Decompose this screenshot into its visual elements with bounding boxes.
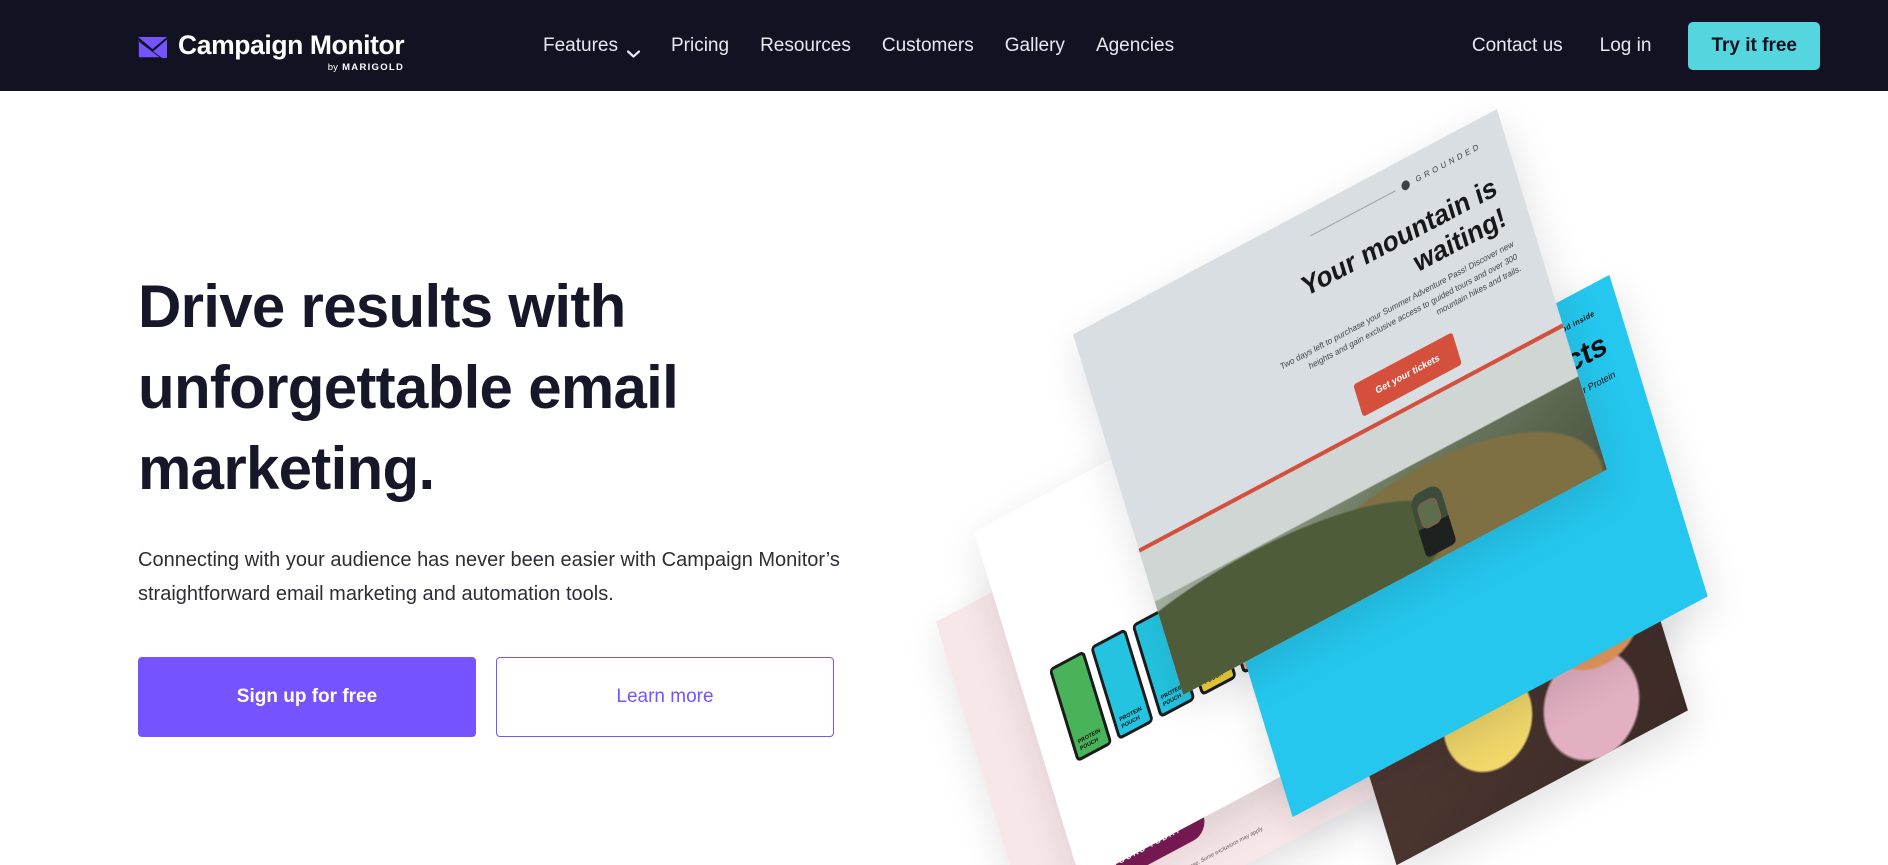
nav-item-resources[interactable]: Resources <box>760 35 851 57</box>
envelope-logo-icon <box>138 37 167 58</box>
nav-item-pricing[interactable]: Pricing <box>671 35 729 57</box>
sign-up-for-free-button[interactable]: Sign up for free <box>138 657 476 737</box>
nav-utility-links: Contact us Log in Try it free <box>1472 0 1820 91</box>
grounded-logo-text: GROUNDED <box>1414 140 1483 185</box>
primary-nav-links: Features Pricing Resources Customers Gal… <box>543 0 1174 91</box>
nav-label-features: Features <box>543 34 618 56</box>
brand-parent-name: MARIGOLD <box>342 62 405 73</box>
nav-item-customers[interactable]: Customers <box>882 35 974 57</box>
hero-copy-block: Drive results with unforgettable email m… <box>138 266 898 737</box>
hero-cta-group: Sign up for free Learn more <box>138 657 898 737</box>
brand-parent-tagline: by MARIGOLD <box>328 62 405 74</box>
hero-email-template-collage: day er. desired and shared with friends.… <box>935 109 1800 865</box>
brand-logo[interactable]: Campaign Monitor by MARIGOLD <box>138 30 405 74</box>
brand-by-word: by <box>327 62 339 73</box>
brand-name: Campaign Monitor <box>178 30 405 60</box>
nav-item-gallery[interactable]: Gallery <box>1005 35 1065 57</box>
hiker-figure <box>1408 481 1458 559</box>
hero-section: Drive results with unforgettable email m… <box>0 91 1888 865</box>
chevron-down-icon <box>626 42 641 58</box>
nav-item-features[interactable]: Features <box>543 34 641 58</box>
learn-more-button[interactable]: Learn more <box>496 657 834 737</box>
nav-item-contact-us[interactable]: Contact us <box>1472 35 1563 57</box>
nav-item-agencies[interactable]: Agencies <box>1096 35 1174 57</box>
hero-subtitle: Connecting with your audience has never … <box>138 549 840 605</box>
hero-headline: Drive results with unforgettable email m… <box>138 273 679 502</box>
try-it-free-button[interactable]: Try it free <box>1688 21 1820 70</box>
grounded-leaf-icon <box>1400 178 1412 192</box>
nav-item-log-in[interactable]: Log in <box>1600 35 1652 57</box>
top-navigation-bar: Campaign Monitor by MARIGOLD Features Pr… <box>0 0 1888 91</box>
